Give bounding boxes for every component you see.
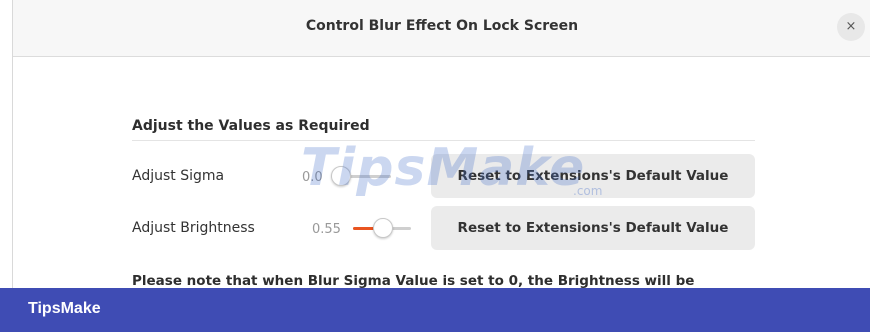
close-icon: × [845,19,857,34]
note-text: Please note that when Blur Sigma Value i… [132,273,695,288]
settings-window: Control Blur Effect On Lock Screen × Adj… [12,0,870,288]
brightness-value: 0.55 [312,222,341,237]
footer-brand: TipsMake [28,300,101,317]
brightness-slider[interactable] [353,218,411,238]
watermark-logo: TipsMake [301,138,586,198]
close-button[interactable]: × [837,13,865,41]
reset-brightness-button[interactable]: Reset to Extensions's Default Value [431,206,755,250]
watermark-suffix: .com [573,184,603,198]
sigma-label: Adjust Sigma [132,168,225,184]
brightness-slider-knob[interactable] [373,218,393,238]
title-bar: Control Blur Effect On Lock Screen × [13,0,870,57]
brightness-label: Adjust Brightness [132,220,255,236]
section-heading: Adjust the Values as Required [132,118,370,134]
window-title: Control Blur Effect On Lock Screen [305,18,579,34]
footer-banner: TipsMake [0,288,870,332]
brightness-slider-fill [353,227,375,230]
